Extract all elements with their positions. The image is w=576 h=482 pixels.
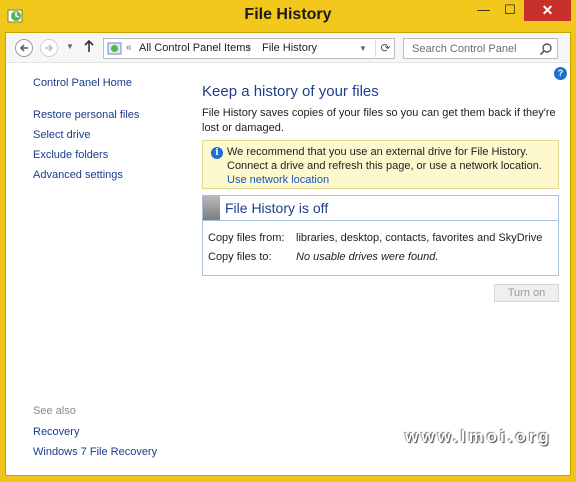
recent-locations-dropdown[interactable]: ▼	[66, 42, 74, 51]
arrow-right-icon	[45, 44, 54, 52]
close-button[interactable]: ✕	[524, 0, 571, 21]
copy-files-to-value: No usable drives were found.	[296, 251, 439, 263]
breadcrumb-file-history[interactable]: File History	[262, 42, 317, 54]
status-indicator	[203, 196, 220, 220]
copy-files-from-label: Copy files from:	[208, 232, 285, 244]
refresh-icon: ⟳	[380, 41, 391, 55]
control-panel-icon	[107, 42, 122, 55]
file-history-status-panel: File History is off Copy files from: lib…	[202, 195, 559, 276]
copy-files-from-value: libraries, desktop, contacts, favorites …	[296, 232, 543, 244]
address-dropdown-icon[interactable]: ▼	[359, 44, 367, 53]
minimize-button[interactable]: —	[470, 0, 497, 21]
arrow-left-icon	[19, 44, 28, 52]
breadcrumb-separator-icon[interactable]: ›	[247, 42, 250, 53]
file-history-window: File History — ☐ ✕ ▼ « All Control Panel…	[0, 0, 576, 482]
turn-on-button[interactable]: Turn on	[494, 284, 559, 302]
breadcrumb-all-control-panel-items[interactable]: All Control Panel Items	[139, 42, 251, 54]
maximize-button[interactable]: ☐	[497, 0, 523, 21]
page-title: Keep a history of your files	[202, 83, 379, 100]
exclude-folders-link[interactable]: Exclude folders	[33, 149, 108, 161]
search-icon[interactable]	[539, 42, 553, 56]
help-icon[interactable]: ?	[554, 67, 567, 80]
watermark-text: www.lmoi.org	[405, 427, 552, 446]
overflow-chevron-icon[interactable]: «	[126, 42, 132, 53]
page-description: File History saves copies of your files …	[202, 107, 556, 134]
address-bar[interactable]: « All Control Panel Items › File History…	[103, 38, 395, 59]
title-bar[interactable]: File History — ☐ ✕	[0, 0, 576, 32]
see-also-label: See also	[33, 405, 76, 417]
forward-button[interactable]	[40, 39, 58, 57]
client-area: ▼ « All Control Panel Items › File Histo…	[5, 32, 571, 476]
control-panel-home-link[interactable]: Control Panel Home	[33, 77, 132, 89]
refresh-button[interactable]: ⟳	[375, 40, 395, 57]
status-title: File History is off	[225, 200, 329, 216]
copy-files-to-label: Copy files to:	[208, 251, 272, 263]
recommendation-message: We recommend that you use an external dr…	[227, 146, 542, 172]
up-button[interactable]	[83, 39, 95, 56]
use-network-location-link[interactable]: Use network location	[227, 174, 329, 186]
search-input[interactable]: Search Control Panel	[412, 43, 517, 55]
info-icon: i	[211, 147, 223, 159]
search-box[interactable]: Search Control Panel	[403, 38, 558, 59]
advanced-settings-link[interactable]: Advanced settings	[33, 169, 123, 181]
windows-7-file-recovery-link[interactable]: Windows 7 File Recovery	[33, 446, 157, 458]
recommendation-infobar: i We recommend that you use an external …	[202, 140, 559, 189]
back-button[interactable]	[15, 39, 33, 57]
recovery-link[interactable]: Recovery	[33, 426, 79, 438]
navigation-bar: ▼ « All Control Panel Items › File Histo…	[6, 33, 570, 63]
restore-personal-files-link[interactable]: Restore personal files	[33, 109, 139, 121]
arrow-up-icon	[84, 39, 94, 52]
status-header: File History is off	[203, 196, 558, 221]
select-drive-link[interactable]: Select drive	[33, 129, 90, 141]
